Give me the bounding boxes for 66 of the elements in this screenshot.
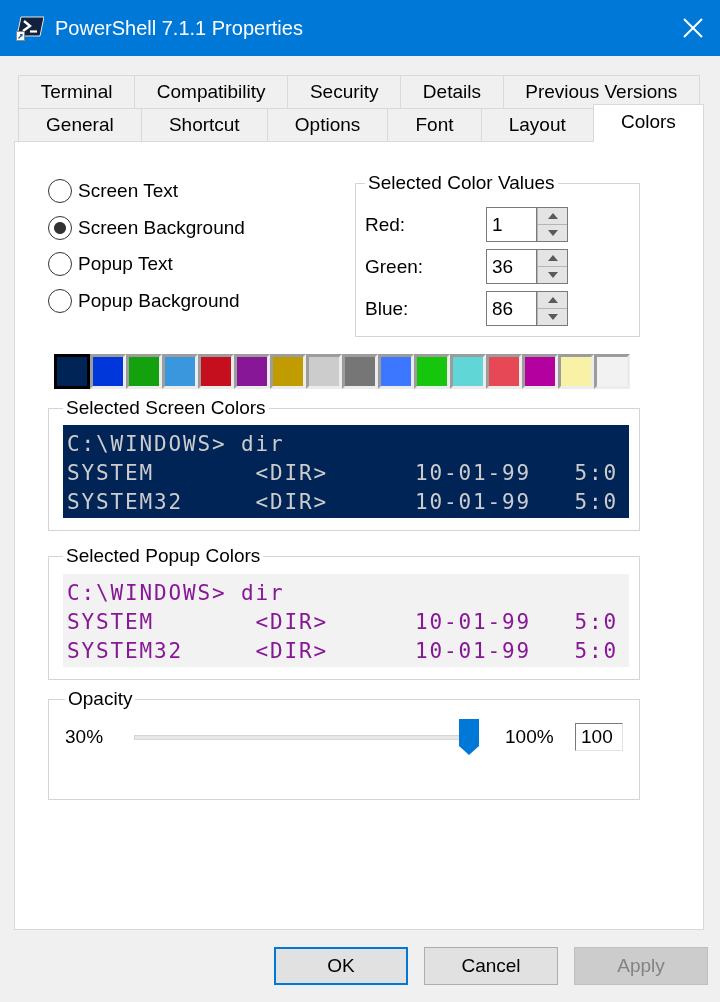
range-max-label: 100% xyxy=(505,726,554,748)
tab[interactable]: Colors xyxy=(592,104,704,142)
window-title: PowerShell 7.1.1 Properties xyxy=(55,16,304,40)
terminal-icon xyxy=(16,15,44,41)
down-arrow-icon xyxy=(547,314,558,320)
color-swatch-icon[interactable] xyxy=(342,354,378,389)
tab[interactable]: Terminal xyxy=(18,75,136,108)
opacity-field[interactable]: 100 xyxy=(575,723,623,751)
color-swatch-icon[interactable] xyxy=(594,354,630,389)
radio-button[interactable] xyxy=(48,179,72,204)
color-swatch-icon[interactable] xyxy=(126,354,162,389)
color-swatch-icon[interactable] xyxy=(450,354,486,389)
console-line: SYSTEM32 <DIR> 10-01-99 5:0 xyxy=(67,638,619,665)
tab[interactable]: General xyxy=(18,108,142,141)
value-field[interactable]: 86 xyxy=(486,291,536,326)
spin-up-button[interactable] xyxy=(537,208,567,225)
radio-button[interactable] xyxy=(48,288,72,313)
dialog-button[interactable]: Cancel xyxy=(424,947,558,985)
spin-up-button[interactable] xyxy=(537,250,567,267)
color-swatch-icon[interactable] xyxy=(270,354,306,389)
radio-label[interactable]: Popup Background xyxy=(78,289,240,312)
color-swatch-icon[interactable] xyxy=(162,354,198,389)
dialog-button[interactable]: OK xyxy=(274,947,408,985)
color-swatch-icon[interactable] xyxy=(486,354,522,389)
radio-button[interactable] xyxy=(48,215,72,240)
radio-label[interactable]: Screen Background xyxy=(78,216,245,239)
color-swatch-icon[interactable] xyxy=(54,354,90,389)
field-label: Blue: xyxy=(365,297,410,320)
spin-down-button[interactable] xyxy=(537,267,567,283)
console-line: SYSTEM <DIR> 10-01-99 5:0 xyxy=(67,609,619,636)
color-swatch-icon[interactable] xyxy=(522,354,558,389)
radio-label[interactable]: Screen Text xyxy=(78,180,178,203)
radio-label[interactable]: Popup Text xyxy=(78,253,173,276)
down-arrow-icon xyxy=(547,230,558,236)
close-icon xyxy=(683,18,703,38)
field-label: Green: xyxy=(365,255,425,278)
color-swatch-icon[interactable] xyxy=(234,354,270,389)
color-swatch-icon[interactable] xyxy=(558,354,594,389)
group-title: Selected Popup Colors xyxy=(65,545,262,567)
color-swatch-icon[interactable] xyxy=(198,354,234,389)
group-title: Selected Screen Colors xyxy=(65,397,267,419)
group-title: Selected Color Values xyxy=(367,172,556,194)
field-label: Red: xyxy=(365,213,407,236)
color-swatch-icon[interactable] xyxy=(414,354,450,389)
group-title: Opacity xyxy=(67,688,134,710)
console-line: SYSTEM <DIR> 10-01-99 5:0 xyxy=(67,460,619,487)
up-arrow-icon xyxy=(547,213,558,219)
down-arrow-icon xyxy=(547,272,558,278)
value-field[interactable]: 36 xyxy=(486,249,536,284)
spin-up-button[interactable] xyxy=(537,292,567,309)
console-line: C:\WINDOWS> dir xyxy=(67,431,285,458)
value-field[interactable]: 1 xyxy=(486,207,536,242)
console-line: SYSTEM32 <DIR> 10-01-99 5:0 xyxy=(67,489,619,516)
close-button[interactable] xyxy=(683,18,703,38)
color-swatch-icon[interactable] xyxy=(90,354,126,389)
console-line: C:\WINDOWS> dir xyxy=(67,580,285,607)
radio-button[interactable] xyxy=(48,252,72,277)
up-arrow-icon xyxy=(547,297,558,303)
slider-track[interactable] xyxy=(134,719,480,755)
spin-down-button[interactable] xyxy=(537,309,567,325)
color-swatch-icon[interactable] xyxy=(378,354,414,389)
spin-down-button[interactable] xyxy=(537,225,567,241)
range-min-label: 30% xyxy=(65,726,104,748)
up-arrow-icon xyxy=(547,255,558,261)
slider-thumb[interactable] xyxy=(459,719,480,755)
color-swatch-icon[interactable] xyxy=(306,354,342,389)
